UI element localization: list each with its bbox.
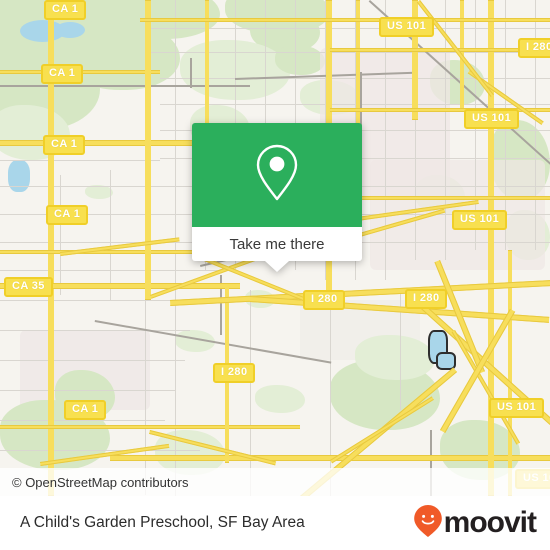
highway-shield: I 280 <box>518 38 550 58</box>
highway-shield: I 280 <box>213 363 256 383</box>
take-me-there-label: Take me there <box>229 235 325 253</box>
callout-header <box>192 123 362 227</box>
moovit-map-page: CA 1 CA 1 CA 1 CA 1 CA 35 CA 1 US 101 US 101 US … <box>0 0 550 550</box>
callout-pointer-tail <box>265 261 289 272</box>
highway-shield: CA 35 <box>4 277 53 297</box>
highway-shield: I 280 <box>303 290 346 310</box>
highway-shield: CA 1 <box>44 0 87 20</box>
highway-shield: CA 1 <box>43 135 86 155</box>
take-me-there-button[interactable]: Take me there <box>192 227 362 261</box>
highway-shield: US 101 <box>452 210 508 230</box>
map-canvas[interactable]: CA 1 CA 1 CA 1 CA 1 CA 35 CA 1 US 101 US 101 US … <box>0 0 550 496</box>
moovit-logo[interactable]: moovit <box>413 504 537 543</box>
highway-shield: US 101 <box>489 398 545 418</box>
place-title: A Child's Garden Preschool, SF Bay Area <box>20 514 305 531</box>
moovit-smiley-pin-icon <box>413 504 443 543</box>
highway-shield: I 280 <box>405 289 448 309</box>
highway-shield: US 101 <box>464 109 520 129</box>
highway-shield: US 101 <box>379 17 435 37</box>
page-footer: A Child's Garden Preschool, SF Bay Area … <box>0 496 550 550</box>
osm-attribution-bar: © OpenStreetMap contributors <box>0 468 550 496</box>
map-pin-icon <box>254 143 300 208</box>
osm-attribution-text: © OpenStreetMap contributors <box>12 474 189 490</box>
highway-shield: CA 1 <box>64 400 107 420</box>
moovit-wordmark: moovit <box>443 506 537 539</box>
highway-shield: CA 1 <box>41 64 84 84</box>
location-callout-card[interactable]: Take me there <box>192 123 362 272</box>
highway-shield: CA 1 <box>46 205 89 225</box>
